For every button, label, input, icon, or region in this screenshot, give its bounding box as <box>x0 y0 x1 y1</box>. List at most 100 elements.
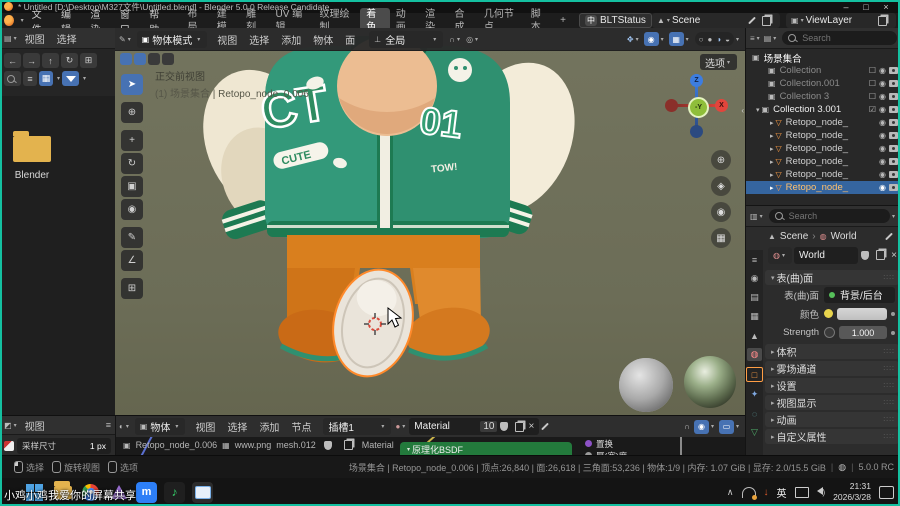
material-sphere-icon[interactable]: ● <box>395 422 400 431</box>
scene-selector[interactable]: ▲▾ Scene <box>652 13 780 28</box>
world-browse-button[interactable]: ◍▾ <box>768 247 792 264</box>
zoom-icon[interactable]: ⊕ <box>711 150 731 170</box>
value-socket-icon[interactable] <box>824 327 835 338</box>
collapse-arrow-icon[interactable]: ▸ <box>770 158 774 166</box>
camera-icon[interactable] <box>889 119 898 126</box>
download-arrow-icon[interactable]: ↓ <box>764 487 769 498</box>
outliner-row-collection[interactable]: ▣ Collection.001 ☐◉ <box>746 77 900 90</box>
chevron-down-icon[interactable]: ▾ <box>57 75 60 82</box>
exclude-checkbox-icon[interactable]: ☑ <box>869 105 876 114</box>
unlink-icon[interactable]: × <box>891 250 897 261</box>
panel-mist-pass[interactable]: ▸雾场通道:::: <box>765 361 899 376</box>
collapse-arrow-icon[interactable]: ▸ <box>770 171 774 179</box>
show-gizmo-icon[interactable]: ✥ <box>627 35 634 44</box>
panel-custom-properties[interactable]: ▸自定义属性:::: <box>765 429 899 444</box>
camera-icon[interactable] <box>889 93 898 100</box>
viewlayer-selector[interactable]: ▣▾ ViewLayer <box>786 13 896 28</box>
select-box-tool[interactable]: ➤ <box>121 74 143 95</box>
gizmo-z-ball[interactable]: Z <box>690 74 703 87</box>
tab-tool-icon[interactable]: ≡ <box>747 253 762 266</box>
add-menu[interactable]: 添加 <box>275 31 307 48</box>
tray-clock[interactable]: 21:31 2026/3/28 <box>833 481 871 502</box>
mini-view-menu[interactable]: 视图 <box>19 417 51 434</box>
list-view-icon[interactable]: ≡ <box>23 71 37 86</box>
context-object[interactable]: Retopo_node_0.006 <box>136 440 218 450</box>
xray-toggle-icon[interactable]: ▦ <box>669 32 684 46</box>
camera-view-icon[interactable]: ◉ <box>711 202 731 222</box>
animate-dot-icon[interactable] <box>891 331 895 335</box>
fake-user-shield-icon[interactable] <box>861 251 869 260</box>
chevron-down-icon[interactable]: ▾ <box>83 75 86 82</box>
outliner-row-object[interactable]: ▸ ▽ Retopo_node_ ◉ <box>746 168 900 181</box>
new-folder-icon[interactable]: ⊞ <box>80 53 97 68</box>
eye-icon[interactable]: ◉ <box>879 105 886 114</box>
maximize-button[interactable]: □ <box>856 2 876 12</box>
camera-icon[interactable] <box>889 145 898 152</box>
add-cube-tool[interactable]: ⊞ <box>121 278 143 299</box>
ortho-grid-icon[interactable]: ▦ <box>711 228 731 248</box>
outliner-row-object[interactable]: ▸ ▽ Retopo_node_ ◉ <box>746 129 900 142</box>
shader-node-menu[interactable]: 节点 <box>285 418 317 435</box>
collapse-arrow-icon[interactable]: ▸ <box>770 184 774 192</box>
select-menu[interactable]: 选择 <box>243 31 275 48</box>
blt-status-widget[interactable]: 中 BLTStatus <box>579 13 652 28</box>
properties-search[interactable] <box>769 209 890 223</box>
shader-mode-selector[interactable]: ▣ 物体 ▾ <box>135 418 186 435</box>
scale-tool[interactable]: ▣ <box>121 176 143 197</box>
exclude-checkbox-icon[interactable]: ☐ <box>869 92 876 101</box>
world-name-field[interactable]: World <box>794 247 858 264</box>
eye-icon[interactable]: ◉ <box>879 79 886 88</box>
slot-display-icon[interactable]: ▭ <box>719 420 734 434</box>
shading-rendered-icon[interactable]: ◒ <box>725 35 730 44</box>
tab-data-icon[interactable]: ▽ <box>747 426 762 439</box>
context-image[interactable]: www.png <box>235 440 272 450</box>
options-dropdown[interactable]: 选项 ▾ <box>700 54 737 70</box>
eye-icon[interactable]: ◉ <box>879 157 886 166</box>
material-name-field[interactable]: Material 10 × <box>409 418 539 435</box>
overlays-toggle-icon[interactable]: ◉ <box>644 32 659 46</box>
transform-tool[interactable]: ◉ <box>121 199 143 220</box>
slot-selector[interactable]: 插槽1▾ <box>323 418 391 435</box>
properties-type-icon[interactable]: ▥ <box>750 212 758 221</box>
copy-icon[interactable] <box>878 16 887 26</box>
copy-icon[interactable] <box>762 16 771 26</box>
breadcrumb-scene[interactable]: Scene <box>780 231 808 242</box>
copy-icon[interactable] <box>876 250 885 260</box>
tab-output-icon[interactable]: ▤ <box>747 291 762 304</box>
add-workspace-button[interactable]: + <box>554 14 572 27</box>
eye-icon[interactable]: ◉ <box>879 170 886 179</box>
outliner-row-object-selected[interactable]: ▸ ▽ Retopo_node_ ◉ <box>746 181 900 194</box>
exclude-checkbox-icon[interactable]: ☐ <box>869 79 876 88</box>
proportional-edit-icon[interactable]: ◎ <box>466 35 473 44</box>
tab-modifiers-icon[interactable]: ✦ <box>747 388 762 401</box>
mini-editor-type-icon[interactable]: ◩ <box>4 421 12 430</box>
animate-dot-icon[interactable] <box>891 312 895 316</box>
snap-magnet-icon[interactable]: ∩ <box>449 35 455 44</box>
panel-viewport-display[interactable]: ▸视图显示:::: <box>765 395 899 410</box>
view-menu[interactable]: 视图 <box>211 31 243 48</box>
up-icon[interactable]: ↑ <box>42 53 59 68</box>
mode-selector[interactable]: ▣ 物体模式 ▾ <box>137 31 208 48</box>
editor-type-icon[interactable]: ✎ <box>119 35 126 44</box>
shading-wireframe-icon[interactable]: ○ <box>699 35 704 44</box>
displacement-socket-icon[interactable] <box>585 440 592 447</box>
surface-panel-header[interactable]: ▾ 表(曲)面 :::: <box>765 270 899 285</box>
tab-world-icon[interactable]: ◍ <box>747 348 762 361</box>
refresh-icon[interactable]: ↻ <box>61 53 78 68</box>
taskbar-active-app-icon[interactable] <box>192 482 213 503</box>
exclude-checkbox-icon[interactable]: ☐ <box>869 66 876 75</box>
pin-icon[interactable] <box>748 17 756 25</box>
pan-hand-icon[interactable]: ◈ <box>711 176 731 196</box>
minimize-button[interactable]: – <box>836 2 856 12</box>
tab-render-icon[interactable]: ◉ <box>747 272 762 285</box>
properties-search-input[interactable] <box>787 210 851 222</box>
transform-orientation[interactable]: ⊥ 全局 ▾ <box>369 31 443 48</box>
move-tool[interactable]: + <box>121 130 143 151</box>
eye-icon[interactable]: ◉ <box>879 92 886 101</box>
viewport-3d[interactable]: CT 01 CUTE TOW! <box>115 28 745 415</box>
shader-view-menu[interactable]: 视图 <box>189 418 221 435</box>
outliner-display-mode-icon[interactable]: ≡ <box>750 34 755 43</box>
shading-material-icon[interactable]: ◑ <box>716 35 721 44</box>
camera-icon[interactable] <box>889 106 898 113</box>
outliner-search-input[interactable] <box>800 32 874 44</box>
